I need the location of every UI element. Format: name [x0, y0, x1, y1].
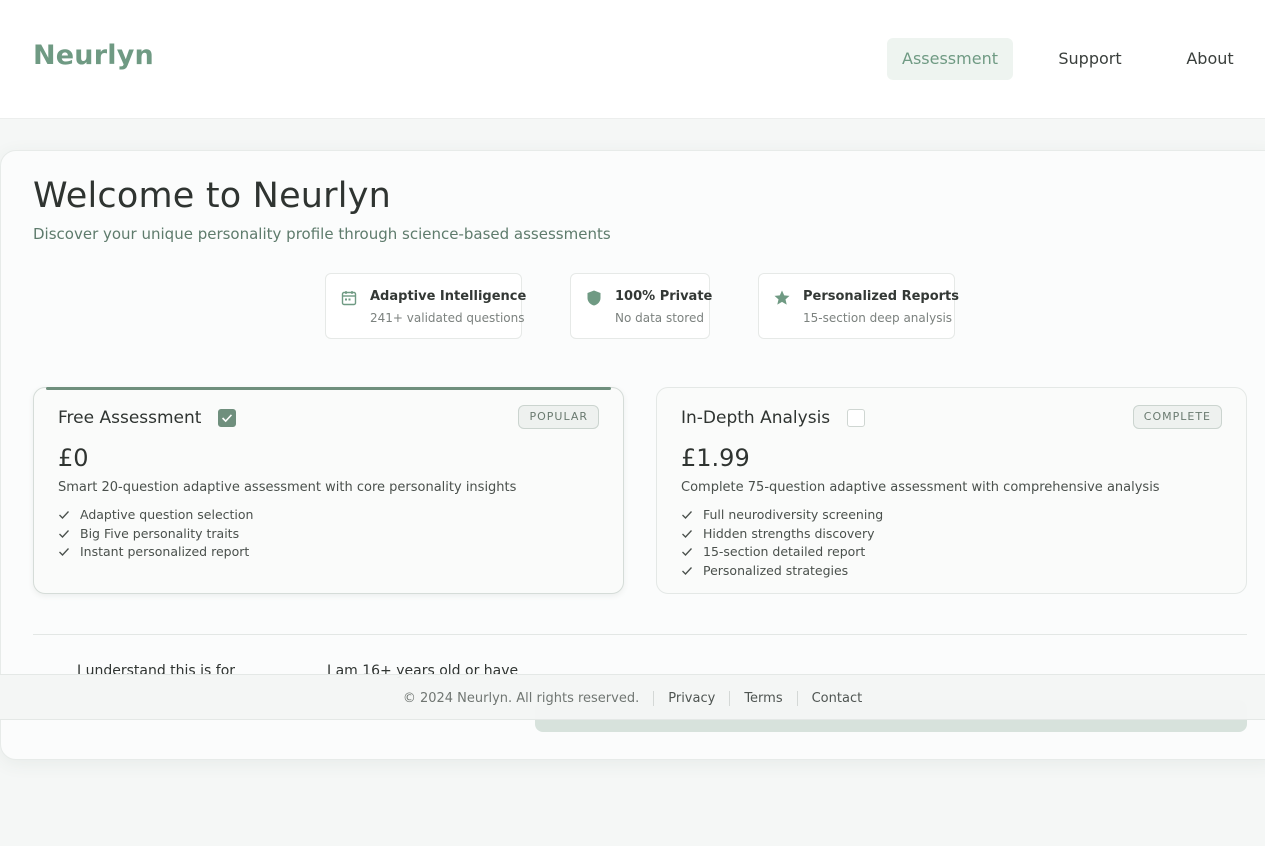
feature-title: Adaptive Intelligence — [370, 289, 527, 304]
feature-personalized-reports: Personalized Reports 15-section deep ana… — [758, 273, 959, 339]
nav-about[interactable]: About — [1169, 38, 1251, 80]
plan-card-in-depth[interactable]: In-Depth Analysis COMPLETE £1.99 Complet… — [656, 387, 1247, 594]
plan-feature-list: Adaptive question selection Big Five per… — [58, 506, 253, 562]
list-item: Instant personalized report — [58, 543, 253, 562]
feature-subtitle: No data stored — [615, 311, 704, 325]
plan-description: Smart 20-question adaptive assessment wi… — [58, 480, 517, 495]
feature-text: Full neurodiversity screening — [703, 507, 884, 522]
check-icon — [682, 567, 692, 576]
list-item: 15-section detailed report — [681, 543, 883, 562]
list-item: Big Five personality traits — [58, 525, 253, 544]
list-item: Personalized strategies — [681, 562, 883, 581]
checkmark-icon — [221, 414, 233, 423]
footer-separator — [796, 690, 798, 706]
plan-price: £0 — [58, 444, 89, 472]
complete-badge: COMPLETE — [1132, 405, 1222, 429]
calendar-icon — [341, 291, 357, 306]
nav-support[interactable]: Support — [1043, 38, 1137, 80]
logo[interactable]: Neurlyn — [33, 40, 154, 71]
feature-text: Personalized strategies — [703, 563, 849, 579]
check-icon — [682, 529, 692, 538]
star-icon — [774, 290, 790, 305]
copyright-text: © 2024 Neurlyn. All rights reserved. — [402, 690, 640, 706]
shield-icon — [587, 290, 601, 306]
feature-subtitle: 241+ validated questions — [370, 311, 525, 325]
footer-link-privacy[interactable]: Privacy — [668, 691, 715, 706]
list-item: Adaptive question selection — [58, 506, 253, 525]
plan-select-checkbox[interactable] — [218, 409, 236, 427]
feature-text: Instant personalized report — [80, 544, 250, 560]
page-subtitle: Discover your unique personality profile… — [33, 225, 611, 243]
plan-feature-list: Full neurodiversity screening Hidden str… — [681, 506, 883, 581]
feature-text: Hidden strengths discovery — [703, 525, 875, 541]
list-item: Full neurodiversity screening — [681, 506, 883, 525]
popular-badge: POPULAR — [518, 405, 599, 429]
check-icon — [59, 548, 69, 557]
feature-text: Big Five personality traits — [80, 525, 240, 541]
check-icon — [59, 511, 69, 519]
site-footer: © 2024 Neurlyn. All rights reserved. Pri… — [0, 674, 1265, 720]
feature-text: 15-section detailed report — [703, 544, 866, 560]
feature-title: 100% Private — [615, 289, 713, 304]
footer-content: © 2024 Neurlyn. All rights reserved. Pri… — [0, 675, 1265, 721]
list-item: Hidden strengths discovery — [681, 525, 883, 544]
page-title: Welcome to Neurlyn — [33, 176, 391, 216]
check-icon — [682, 548, 692, 557]
check-icon — [59, 529, 69, 538]
nav-assessment[interactable]: Assessment — [887, 38, 1013, 80]
footer-link-terms[interactable]: Terms — [744, 691, 782, 706]
footer-separator — [729, 690, 731, 706]
plan-description: Complete 75-question adaptive assessment… — [681, 480, 1160, 495]
check-icon — [682, 511, 692, 519]
plan-name: In-Depth Analysis — [681, 408, 831, 428]
footer-link-contact[interactable]: Contact — [812, 691, 863, 706]
feature-private: 100% Private No data stored — [570, 273, 713, 339]
feature-text: Adaptive question selection — [80, 507, 254, 522]
feature-adaptive-intelligence: Adaptive Intelligence 241+ validated que… — [325, 273, 526, 339]
section-divider — [33, 634, 1247, 635]
feature-subtitle: 15-section deep analysis — [803, 311, 953, 325]
plan-card-free[interactable]: Free Assessment POPULAR £0 Smart 20-ques… — [33, 387, 624, 594]
site-header: Neurlyn Assessment Support About — [0, 0, 1265, 119]
footer-separator — [653, 690, 655, 706]
plan-select-checkbox[interactable] — [847, 409, 865, 427]
feature-title: Personalized Reports — [803, 289, 960, 304]
plan-price: £1.99 — [681, 444, 750, 472]
plan-name: Free Assessment — [58, 408, 202, 428]
